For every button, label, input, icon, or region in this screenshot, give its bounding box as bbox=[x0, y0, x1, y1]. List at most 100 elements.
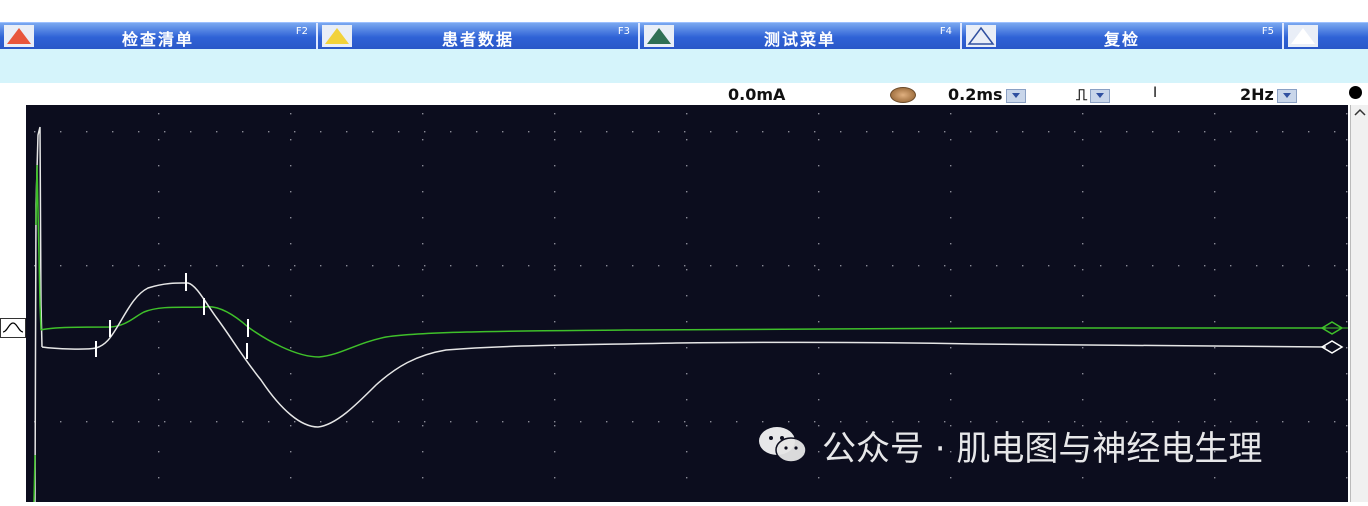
stim-current-value[interactable]: 0.0mA bbox=[728, 85, 785, 104]
grid-dot bbox=[1204, 131, 1206, 133]
fkey-label: 测试菜单 bbox=[763, 30, 836, 49]
grid-dot bbox=[1346, 165, 1348, 167]
grid-dot bbox=[686, 191, 688, 193]
grid-dot bbox=[216, 265, 218, 267]
grid-dot bbox=[996, 131, 998, 133]
fkey-extra-button[interactable] bbox=[1284, 23, 1368, 49]
fkey-test-menu-button[interactable]: 测试菜单 F4 bbox=[640, 23, 962, 49]
grid-dot bbox=[290, 113, 292, 115]
baseline-handles[interactable] bbox=[1306, 321, 1348, 354]
grid-dot bbox=[554, 131, 556, 133]
grid-dot bbox=[1214, 295, 1216, 297]
stim-rate-value[interactable]: 2Hz bbox=[1240, 85, 1297, 104]
grid-dot bbox=[788, 131, 790, 133]
grid-dot bbox=[422, 165, 424, 167]
grid-dot bbox=[950, 243, 952, 245]
grid-dot bbox=[112, 421, 114, 423]
grid-dot bbox=[164, 131, 166, 133]
record-dot-icon[interactable] bbox=[1349, 86, 1362, 99]
grid-dot bbox=[554, 347, 556, 349]
wechat-icon bbox=[759, 427, 807, 463]
grid-dot bbox=[1334, 265, 1336, 267]
grid-dot bbox=[290, 373, 292, 375]
grid-dot bbox=[1082, 165, 1084, 167]
grid-dot bbox=[818, 191, 820, 193]
grid-dot bbox=[818, 477, 820, 479]
fkey-checklist-button[interactable]: 检查清单 F2 bbox=[0, 23, 318, 49]
rate-dropdown[interactable] bbox=[1276, 88, 1297, 103]
grid-dot bbox=[684, 265, 686, 267]
grid-dot bbox=[554, 295, 556, 297]
grid-dot bbox=[1214, 347, 1216, 349]
grid-dot bbox=[290, 399, 292, 401]
grid-dot bbox=[158, 243, 160, 245]
status-separator: I bbox=[1153, 85, 1158, 101]
polarity-dropdown[interactable] bbox=[1090, 88, 1111, 103]
grid-dot bbox=[1082, 191, 1084, 193]
grid-dot bbox=[268, 265, 270, 267]
fkey-recheck-button[interactable]: 复检 F5 bbox=[962, 23, 1284, 49]
grid-dot bbox=[290, 451, 292, 453]
grid-dot bbox=[632, 265, 634, 267]
grid-dot bbox=[372, 131, 374, 133]
triangle-shape bbox=[1291, 28, 1315, 44]
fkey-number: F3 bbox=[617, 26, 630, 37]
function-key-toolbar: 检查清单 F2 患者数据 F3 测试菜单 F4 复检 F5 bbox=[0, 22, 1368, 50]
grid-dot bbox=[950, 217, 952, 219]
grid-dot bbox=[1214, 139, 1216, 141]
grid-dot bbox=[554, 243, 556, 245]
stim-rate-text: 2Hz bbox=[1240, 85, 1274, 104]
grid-dot bbox=[1214, 477, 1216, 479]
grid-dot bbox=[476, 131, 478, 133]
stim-duration-value[interactable]: 0.2ms bbox=[948, 85, 1026, 104]
waveform-icon[interactable] bbox=[0, 318, 26, 338]
grid-dot bbox=[1282, 421, 1284, 423]
grid-dot bbox=[164, 265, 166, 267]
grid-dot bbox=[1100, 265, 1102, 267]
grid-dot bbox=[158, 139, 160, 141]
grid-dot bbox=[950, 165, 952, 167]
grid-dot bbox=[1152, 265, 1154, 267]
fkey-patient-data-button[interactable]: 患者数据 F3 bbox=[318, 23, 640, 49]
grid-dot bbox=[1308, 131, 1310, 133]
grid-dot bbox=[1214, 217, 1216, 219]
grid-dot bbox=[1334, 131, 1336, 133]
info-band bbox=[0, 49, 1368, 83]
grid-dot bbox=[686, 269, 688, 271]
grid-dot bbox=[422, 477, 424, 479]
grid-dot bbox=[290, 269, 292, 271]
grid-dot bbox=[422, 295, 424, 297]
grid-dot bbox=[950, 477, 952, 479]
grid-dot bbox=[918, 265, 920, 267]
grid-dot bbox=[164, 421, 166, 423]
grid-dot bbox=[1346, 295, 1348, 297]
grid-dot bbox=[320, 131, 322, 133]
grid-dot bbox=[710, 421, 712, 423]
fkey-label: 检查清单 bbox=[121, 30, 194, 49]
grid-dot bbox=[476, 421, 478, 423]
vertical-scrollbar[interactable] bbox=[1350, 105, 1368, 502]
polarity-control[interactable]: ⎍ bbox=[1076, 85, 1111, 105]
grid-dot bbox=[112, 131, 114, 133]
grid-dot bbox=[1230, 131, 1232, 133]
chevron-up-icon[interactable] bbox=[1351, 106, 1368, 120]
grid-dot bbox=[554, 477, 556, 479]
latency-markers[interactable] bbox=[95, 273, 249, 359]
grid-dot bbox=[950, 295, 952, 297]
grid-dot bbox=[190, 265, 192, 267]
grid-dot bbox=[1346, 399, 1348, 401]
knob-icon[interactable] bbox=[890, 87, 916, 103]
fkey-number: F4 bbox=[939, 26, 952, 37]
grid-dot bbox=[762, 131, 764, 133]
grid-dot bbox=[710, 131, 712, 133]
grid-dot bbox=[1178, 265, 1180, 267]
grid-dot bbox=[1082, 295, 1084, 297]
grid-dot bbox=[1082, 347, 1084, 349]
grid-dot bbox=[686, 399, 688, 401]
grid-dot bbox=[450, 131, 452, 133]
duration-dropdown[interactable] bbox=[1005, 88, 1026, 103]
grid-dot bbox=[158, 477, 160, 479]
fkey-number: F5 bbox=[1261, 26, 1274, 37]
grid-dot bbox=[686, 113, 688, 115]
grid-dot bbox=[950, 269, 952, 271]
